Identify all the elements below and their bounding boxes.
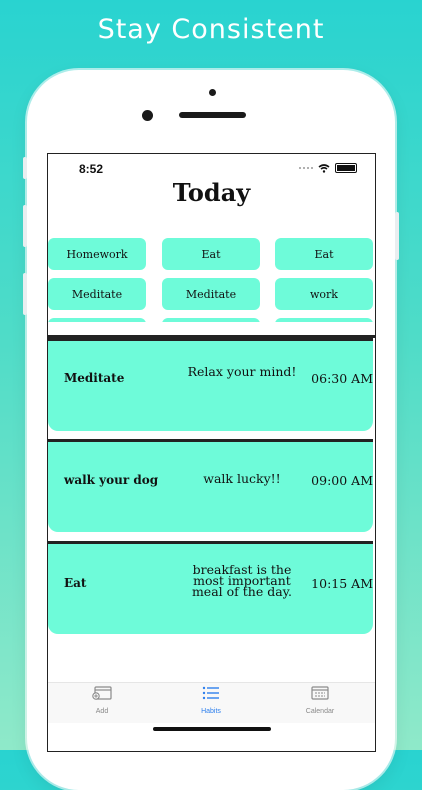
earpiece-speaker	[179, 112, 246, 118]
habit-chip[interactable]: Eat	[275, 238, 373, 270]
habit-chip[interactable]: Meditate	[48, 278, 146, 310]
list-icon	[202, 686, 219, 700]
habit-description: Relax your mind!	[187, 364, 297, 379]
calendar-add-icon	[92, 686, 112, 700]
page-title: Today	[172, 178, 251, 207]
habit-chips: Homework Eat Eat Meditate Meditate work	[48, 238, 375, 322]
habit-chip-partial[interactable]	[275, 318, 373, 322]
status-icons	[299, 163, 357, 173]
mute-switch	[23, 157, 27, 179]
habit-name: Eat	[64, 576, 87, 590]
habit-name: Meditate	[64, 371, 125, 385]
signal-icon	[299, 167, 313, 169]
front-camera	[142, 110, 153, 121]
habit-description: walk lucky!!	[203, 471, 281, 486]
tab-add-label: Add	[95, 708, 109, 715]
habit-time: 10:15 AM	[311, 576, 373, 591]
habit-card[interactable]: Eat breakfast is the most important meal…	[48, 541, 373, 634]
headline: Stay Consistent	[97, 14, 325, 45]
power-button	[395, 212, 399, 260]
tab-bar: Add Habits Calendar	[48, 682, 375, 723]
app-screen: 8:52 Today Homework Eat Eat Meditate Med…	[47, 153, 376, 752]
habit-card[interactable]: walk your dog walk lucky!! 09:00 AM	[48, 439, 373, 532]
habit-chip[interactable]: Homework	[48, 238, 146, 270]
status-time: 8:52	[79, 162, 104, 176]
habit-description: breakfast is the most important meal of …	[191, 562, 293, 599]
tab-add[interactable]: Add	[62, 686, 142, 715]
habit-chip[interactable]: Meditate	[162, 278, 260, 310]
habit-time: 06:30 AM	[311, 371, 373, 386]
habit-chip[interactable]: Eat	[162, 238, 260, 270]
volume-up-button	[23, 205, 27, 247]
tab-calendar[interactable]: Calendar	[280, 686, 360, 715]
habit-chip-partial[interactable]	[162, 318, 260, 322]
battery-icon	[335, 163, 357, 173]
sensor-dot	[209, 89, 216, 96]
tab-calendar-label: Calendar	[305, 708, 335, 715]
tab-habits-label: Habits	[201, 708, 221, 715]
volume-down-button	[23, 273, 27, 315]
home-indicator[interactable]	[153, 727, 271, 731]
wifi-icon	[318, 163, 330, 173]
tab-habits[interactable]: Habits	[171, 686, 251, 715]
calendar-icon	[311, 686, 329, 700]
habit-name: walk your dog	[64, 473, 159, 487]
habit-chip-partial[interactable]	[48, 318, 146, 322]
habit-time: 09:00 AM	[311, 473, 373, 488]
habit-card[interactable]: Meditate Relax your mind! 06:30 AM	[48, 338, 373, 431]
habit-chip[interactable]: work	[275, 278, 373, 310]
